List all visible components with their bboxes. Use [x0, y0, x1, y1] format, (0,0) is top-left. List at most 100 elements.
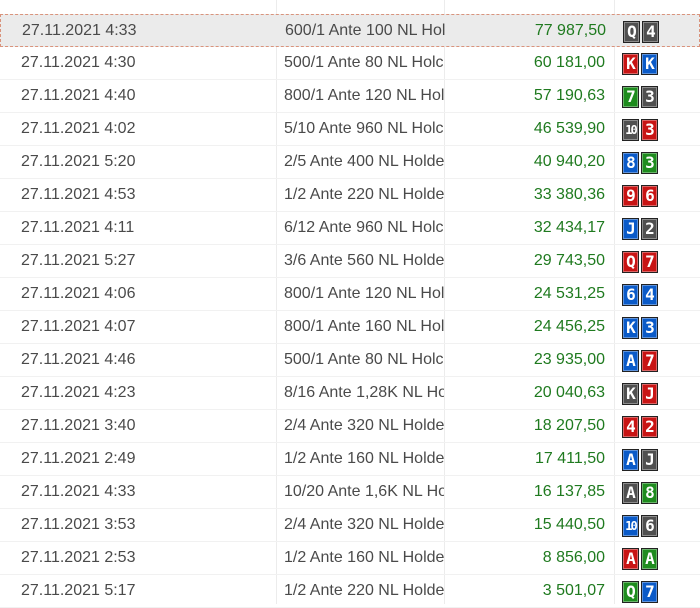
hole-cards: J2	[622, 218, 658, 240]
game-description: 10/20 Ante 1,6K NL Ho	[284, 483, 444, 500]
card-icon: A	[622, 449, 639, 471]
card-icon: 3	[641, 317, 658, 339]
hand-date: 27.11.2021 3:53	[21, 516, 136, 533]
game-description: 1/2 Ante 220 NL Holde	[284, 582, 444, 599]
card-icon: A	[622, 350, 639, 372]
table-row[interactable]: 27.11.2021 4:33 10/20 Ante 1,6K NL Ho 16 1…	[0, 476, 700, 509]
card-icon: 7	[641, 251, 658, 273]
hole-cards: 73	[622, 86, 658, 108]
table-row[interactable]: 27.11.2021 2:49 1/2 Ante 160 NL Holde 17 4…	[0, 443, 700, 476]
card-icon: 2	[641, 416, 658, 438]
game-description: 1/2 Ante 160 NL Holde	[284, 450, 444, 467]
won-amount: 17 411,50	[535, 450, 605, 467]
table-row[interactable]: 27.11.2021 4:02 5/10 Ante 960 NL Holc 46 5…	[0, 113, 700, 146]
table-row[interactable]: 27.11.2021 5:17 1/2 Ante 220 NL Holde 3 50…	[0, 575, 700, 608]
table-row[interactable]: 27.11.2021 4:33 600/1 Ante 100 NL Hol 77 9…	[0, 14, 700, 47]
game-description: 2/4 Ante 320 NL Holde	[284, 417, 444, 434]
won-amount: 40 940,20	[533, 153, 605, 170]
won-amount: 24 456,25	[533, 318, 605, 335]
won-amount: 16 137,85	[533, 483, 605, 500]
game-description: 1/2 Ante 160 NL Holde	[284, 549, 444, 566]
hand-date: 27.11.2021 4:23	[21, 384, 136, 401]
table-row[interactable]: 27.11.2021 3:40 2/4 Ante 320 NL Holde 18 2…	[0, 410, 700, 443]
table-row[interactable]: 27.11.2021 4:40 800/1 Ante 120 NL Hol 57 1…	[0, 80, 700, 113]
hole-cards: Q4	[623, 21, 659, 43]
card-icon: 8	[641, 482, 658, 504]
table-row[interactable]: 27.11.2021 4:30 500/1 Ante 80 NL Holc 60 1…	[0, 47, 700, 80]
game-description: 500/1 Ante 80 NL Holc	[284, 54, 444, 71]
game-description: 6/12 Ante 960 NL Holc	[284, 219, 444, 236]
card-icon: 3	[641, 119, 658, 141]
hand-date: 27.11.2021 4:02	[21, 120, 136, 137]
card-icon: 2	[641, 218, 658, 240]
hole-cards: Q7	[622, 251, 658, 273]
card-icon: K	[622, 53, 639, 75]
table-row[interactable]: 27.11.2021 4:53 1/2 Ante 220 NL Holde 33 3…	[0, 179, 700, 212]
card-icon: 7	[641, 350, 658, 372]
table-row[interactable]: 27.11.2021 3:53 2/4 Ante 320 NL Holde 15 4…	[0, 509, 700, 542]
won-amount: 33 380,36	[533, 186, 605, 203]
table-row[interactable]: 27.11.2021 4:11 6/12 Ante 960 NL Holc 32 4…	[0, 212, 700, 245]
won-amount: 18 207,50	[533, 417, 605, 434]
card-icon: J	[641, 449, 658, 471]
hand-date: 27.11.2021 4:06	[21, 285, 136, 302]
card-icon: J	[622, 218, 639, 240]
table-row[interactable]: 27.11.2021 4:07 800/1 Ante 160 NL Hol 24 4…	[0, 311, 700, 344]
won-amount: 8 856,00	[542, 549, 605, 566]
hole-cards: 64	[622, 284, 658, 306]
game-description: 2/5 Ante 400 NL Holde	[284, 153, 444, 170]
won-amount: 60 181,00	[533, 54, 605, 71]
table-row[interactable]: 27.11.2021 2:53 1/2 Ante 160 NL Holde 8 85…	[0, 542, 700, 575]
hand-date: 27.11.2021 4:53	[21, 186, 136, 203]
game-description: 500/1 Ante 80 NL Holc	[284, 351, 444, 368]
game-description: 600/1 Ante 100 NL Hol	[285, 22, 445, 39]
hole-cards: 10 6	[622, 515, 658, 537]
game-description: 3/6 Ante 560 NL Holde	[284, 252, 444, 269]
hand-date: 27.11.2021 3:40	[21, 417, 136, 434]
hole-cards: 10 3	[622, 119, 658, 141]
hand-date: 27.11.2021 5:17	[21, 582, 136, 599]
hole-cards: 96	[622, 185, 658, 207]
hand-date: 27.11.2021 4:46	[21, 351, 136, 368]
hole-cards: 42	[622, 416, 658, 438]
card-icon: A	[622, 482, 639, 504]
hand-date: 27.11.2021 4:11	[21, 219, 135, 236]
card-icon: 4	[641, 284, 658, 306]
card-icon: K	[641, 53, 658, 75]
card-icon: 6	[641, 515, 658, 537]
card-icon: K	[622, 383, 639, 405]
table-row[interactable]: 27.11.2021 5:20 2/5 Ante 400 NL Holde 40 9…	[0, 146, 700, 179]
card-icon: A	[622, 548, 639, 570]
hand-date: 27.11.2021 2:49	[21, 450, 136, 467]
table-row[interactable]: 27.11.2021 4:23 8/16 Ante 1,28K NL Ho 20 0…	[0, 377, 700, 410]
card-icon: 10	[622, 515, 639, 537]
card-icon: 6	[641, 185, 658, 207]
table-row[interactable]: 27.11.2021 5:27 3/6 Ante 560 NL Holde 29 7…	[0, 245, 700, 278]
game-description: 8/16 Ante 1,28K NL Ho	[284, 384, 444, 401]
won-amount: 3 501,07	[542, 582, 605, 599]
hole-cards: A7	[622, 350, 658, 372]
hand-date: 27.11.2021 4:33	[22, 22, 137, 39]
hand-date: 27.11.2021 4:30	[21, 54, 136, 71]
hole-cards: KK	[622, 53, 658, 75]
card-icon: 3	[641, 152, 658, 174]
game-description: 800/1 Ante 120 NL Hol	[284, 87, 444, 104]
won-amount: 32 434,17	[533, 219, 605, 236]
card-icon: Q	[622, 581, 639, 603]
card-icon: 6	[622, 284, 639, 306]
hole-cards: K3	[622, 317, 658, 339]
card-icon: 7	[641, 581, 658, 603]
card-icon: 3	[641, 86, 658, 108]
hand-date: 27.11.2021 5:27	[21, 252, 136, 269]
won-amount: 77 987,50	[534, 22, 606, 39]
won-amount: 20 040,63	[533, 384, 605, 401]
hole-cards: Q7	[622, 581, 658, 603]
card-icon: 9	[622, 185, 639, 207]
table-row[interactable]: 27.11.2021 4:46 500/1 Ante 80 NL Holc 23 9…	[0, 344, 700, 377]
won-amount: 46 539,90	[533, 120, 605, 137]
card-icon: J	[641, 383, 658, 405]
card-icon: 4	[622, 416, 639, 438]
table-row[interactable]: 27.11.2021 4:06 800/1 Ante 120 NL Hol 24 5…	[0, 278, 700, 311]
hand-history-table: 27.11.2021 4:33 600/1 Ante 100 NL Hol 77 9…	[0, 0, 700, 608]
won-amount: 23 935,00	[533, 351, 605, 368]
